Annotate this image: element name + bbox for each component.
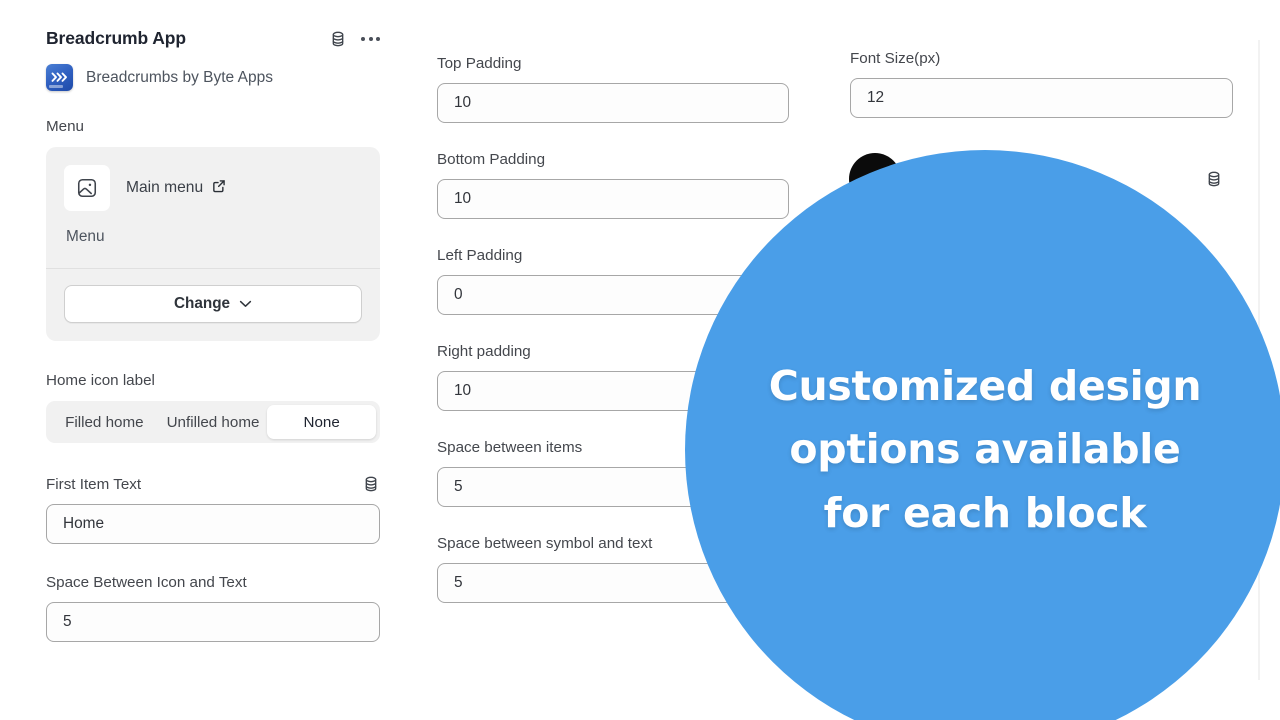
menu-item-name[interactable]: Main menu [126,179,226,198]
top-padding-label: Top Padding [437,55,522,72]
database-icon[interactable] [329,30,347,48]
external-link-icon[interactable] [212,179,226,198]
promo-overlay-circle: Customized design options available for … [685,150,1280,720]
segment-unfilled-home[interactable]: Unfilled home [159,405,268,439]
menu-section-label: Menu [46,118,84,135]
right-column: Font Size(px) 12 [850,50,1233,118]
font-size-input[interactable]: 12 [850,78,1233,118]
first-item-text-label: First Item Text [46,475,142,493]
bottom-padding-label: Bottom Padding [437,151,546,168]
app-subtitle: Breadcrumbs by Byte Apps [86,68,273,86]
space-icon-text-label: Space Between Icon and Text [46,574,247,591]
more-menu-icon[interactable] [361,33,380,45]
first-item-text-input[interactable]: Home [46,504,380,544]
font-size-label: Font Size(px) [850,50,941,67]
change-button-label: Change [173,295,231,312]
menu-card: Main menu Menu Change [46,147,380,341]
menu-card-body: Main menu Menu [46,147,380,268]
app-title-row: Breadcrumb App [46,28,380,49]
space-icon-text-input[interactable]: 5 [46,602,380,642]
image-placeholder-icon [64,165,110,211]
first-item-text-field: First Item Text Home [46,475,380,544]
database-icon[interactable] [362,475,380,493]
font-size-field: Font Size(px) 12 [850,50,1233,118]
app-header: Breadcrumb App Breadcrumbs by Byte Apps [46,28,380,91]
bottom-padding-input[interactable]: 10 [437,179,789,219]
promo-overlay-text: Customized design options available for … [768,361,1202,537]
chevron-down-icon [239,295,252,313]
change-button[interactable]: Change [64,285,362,323]
app-subtitle-row: Breadcrumbs by Byte Apps [46,64,380,91]
top-padding-input[interactable]: 10 [437,83,789,123]
space-icon-text-field: Space Between Icon and Text 5 [46,574,380,642]
header-actions [329,30,380,48]
segment-none[interactable]: None [267,405,377,439]
left-padding-label: Left Padding [437,247,523,264]
top-padding-field: Top Padding 10 [437,55,789,123]
logo-accent-bar [49,85,63,88]
byte-apps-logo-icon [46,64,73,91]
menu-item-subtitle: Menu [66,228,105,245]
database-icon[interactable] [1205,170,1223,188]
bottom-padding-field: Bottom Padding 10 [437,151,789,219]
left-column: Menu Main menu Menu Change Home icon lab… [46,118,380,642]
app-screenshot: Breadcrumb App Breadcrumbs by Byte Apps … [0,0,1280,720]
home-icon-label-title: Home icon label [46,372,155,389]
menu-item-row: Main menu [64,165,362,211]
menu-card-footer: Change [46,268,380,341]
segment-filled-home[interactable]: Filled home [50,405,159,439]
home-icon-label-segmented-control[interactable]: Filled home Unfilled home None [46,401,380,443]
menu-item-label: Main menu [126,179,204,196]
page-title: Breadcrumb App [46,28,186,48]
first-item-text-label-row: First Item Text [46,475,380,493]
